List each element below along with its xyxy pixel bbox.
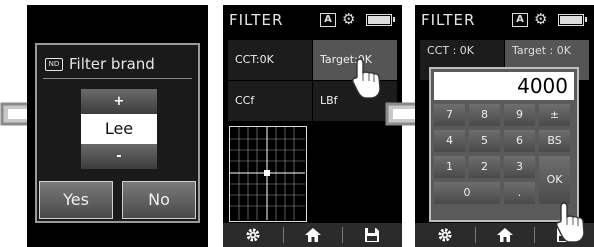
key-ok[interactable]: OK [539,156,570,204]
tap-hand-icon [352,58,381,99]
key-4[interactable]: 4 [434,130,465,152]
key-7[interactable]: 7 [434,104,465,126]
settings-status-icon: ⚙ [342,10,356,28]
keypad-screen: FILTER A ⚙ CCT : 0K Target : 0K 4000 7 8… [415,5,594,247]
decrement-button[interactable]: - [81,144,157,169]
plot-marker [264,170,270,176]
brand-value: Lee [81,114,157,144]
key-8[interactable]: 8 [469,104,500,126]
filter-icon: ND [45,57,63,71]
header-bar: FILTER A ⚙ [223,5,402,35]
footer-bar [223,223,402,247]
home-icon [304,228,321,242]
key-1[interactable]: 1 [434,156,465,178]
filter-menu-screen: FILTER A ⚙ CCT:0K Target:0K CCf LBf [223,5,402,247]
no-button[interactable]: No [122,181,196,219]
save-icon [365,228,380,242]
key-backspace[interactable]: BS [539,130,570,152]
tap-hand-icon [556,202,585,243]
dialog-divider [43,78,192,79]
settings-button[interactable] [415,223,475,247]
brand-spinner: + Lee - [81,89,157,169]
increment-button[interactable]: + [81,89,157,114]
home-icon [496,228,513,242]
header-bar: FILTER A ⚙ [415,5,594,35]
ccf-button[interactable]: CCf [228,81,312,121]
keypad-display: 4000 [434,72,574,100]
home-button[interactable] [474,223,535,247]
save-button[interactable] [342,223,402,247]
plot-grid [230,127,305,220]
mode-a-icon: A [512,13,528,27]
color-plot [229,126,307,222]
key-3[interactable]: 3 [504,156,535,178]
key-9[interactable]: 9 [504,104,535,126]
key-5[interactable]: 5 [469,130,500,152]
settings-button[interactable] [223,223,283,247]
battery-icon [366,14,395,26]
cct-button[interactable]: CCT:0K [228,40,312,80]
home-button[interactable] [282,223,343,247]
gear-icon [246,228,260,242]
header-title: FILTER [421,11,476,29]
key-2[interactable]: 2 [469,156,500,178]
gear-icon [438,228,452,242]
key-decimal[interactable]: . [504,182,535,204]
filter-brand-dialog: ND Filter brand + Lee - Yes No [35,43,200,223]
settings-status-icon: ⚙ [534,10,548,28]
filter-brand-screen: ND Filter brand + Lee - Yes No [27,5,208,247]
battery-icon [558,14,587,26]
key-0[interactable]: 0 [434,182,500,204]
dialog-title-text: Filter brand [69,55,155,73]
numeric-keypad: 4000 7 8 9 ± 4 5 6 BS 1 2 3 0 . OK [429,67,579,222]
header-title: FILTER [229,11,284,29]
mode-a-icon: A [320,13,336,27]
dialog-title: ND Filter brand [45,54,155,74]
key-plus-minus[interactable]: ± [539,104,570,126]
yes-button[interactable]: Yes [39,181,113,219]
key-6[interactable]: 6 [504,130,535,152]
